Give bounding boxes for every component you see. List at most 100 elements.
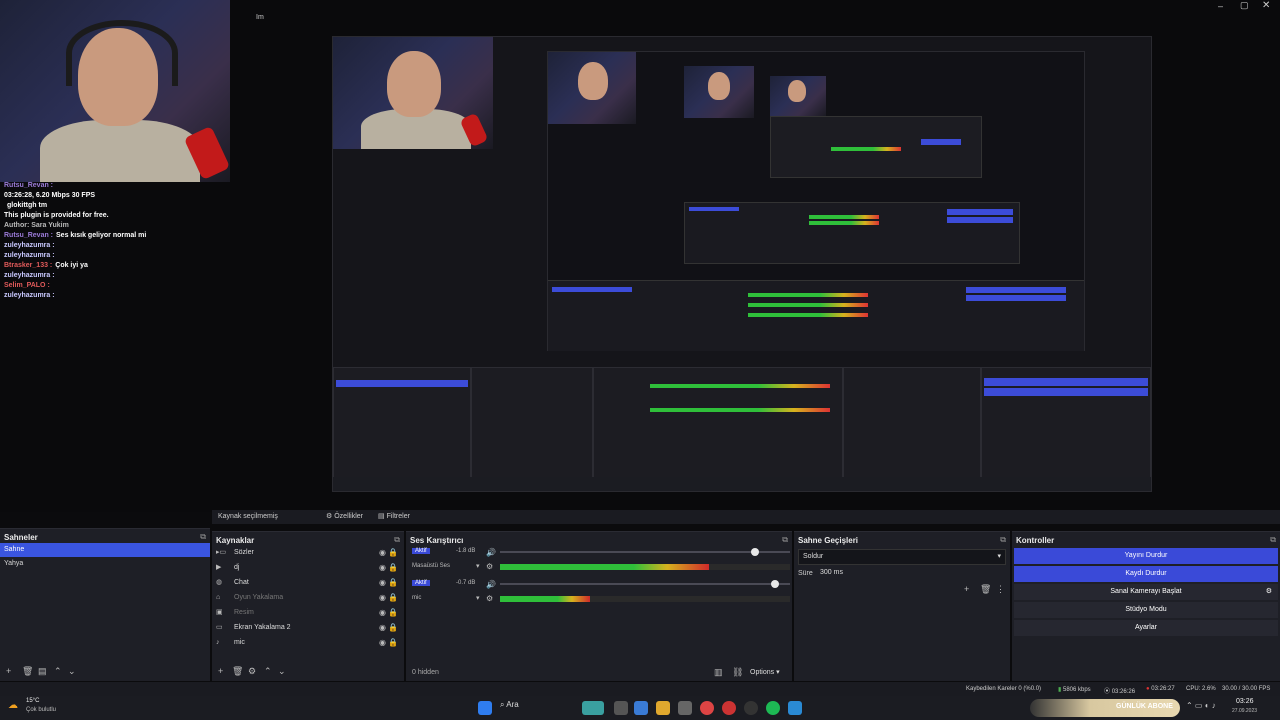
app-icon[interactable] xyxy=(634,701,648,715)
lock-icon[interactable]: 🔒 xyxy=(388,606,398,620)
store-icon[interactable] xyxy=(678,701,692,715)
volume-slider[interactable] xyxy=(500,580,790,588)
audio-mixer-dock: Ses Karıştırıcı ⧉ Aktif -1.8 dB Masaüstü S… xyxy=(406,531,792,681)
chat-text: Ses kısık geliyor normal mi xyxy=(56,232,147,239)
dock-float-icon[interactable]: ⧉ xyxy=(1000,535,1006,545)
mixer-channel: Aktif -1.8 dB Masaüstü Ses ▾ 🔊 ⚙ xyxy=(410,546,790,578)
add-scene-icon[interactable]: + xyxy=(6,666,11,676)
source-item[interactable]: ▶ dj ◉ 🔒 xyxy=(216,561,400,575)
dock-float-icon[interactable]: ⧉ xyxy=(1270,535,1276,545)
telegram-icon[interactable] xyxy=(788,701,802,715)
properties-button[interactable]: ⚙ Özellikler xyxy=(326,512,363,520)
maximize-icon[interactable]: ▢ xyxy=(1240,0,1249,11)
studio-mode-button[interactable]: Stüdyo Modu xyxy=(1014,602,1278,618)
move-up-icon[interactable]: ⌃ xyxy=(54,666,62,677)
move-up-icon[interactable]: ⌃ xyxy=(264,666,272,677)
chat-user: zuleyhazumra : xyxy=(4,292,55,299)
lock-icon[interactable]: 🔒 xyxy=(388,561,398,575)
scene-item-yahya[interactable]: Yahya xyxy=(0,557,210,571)
stop-stream-button[interactable]: Yayını Durdur xyxy=(1014,548,1278,564)
source-item[interactable]: ▸▭ Sözler ◉ 🔒 xyxy=(216,546,400,560)
settings-button[interactable]: Ayarlar xyxy=(1014,620,1278,636)
remove-scene-icon[interactable]: 🗑 xyxy=(22,666,33,677)
lock-icon[interactable]: 🔒 xyxy=(388,621,398,635)
add-transition-icon[interactable]: + xyxy=(964,584,969,594)
volume-knob[interactable] xyxy=(771,580,779,588)
duration-field[interactable]: 300 ms xyxy=(816,566,1004,580)
mixer-channel: Aktif -0.7 dB mic ▾ 🔊 ⚙ xyxy=(410,578,790,610)
source-item[interactable]: ▣ Resim ◉ 🔒 xyxy=(216,606,400,620)
spotify-icon[interactable] xyxy=(766,701,780,715)
windows-start-icon[interactable] xyxy=(478,701,492,715)
stop-recording-button[interactable]: Kaydı Durdur xyxy=(1014,566,1278,582)
more-options-icon[interactable]: ⋮ xyxy=(996,584,1005,595)
visibility-eye-icon[interactable]: ◉ xyxy=(379,621,386,635)
move-down-icon[interactable]: ⌄ xyxy=(68,666,76,677)
browser-icon[interactable] xyxy=(722,701,736,715)
obs-icon[interactable] xyxy=(744,701,758,715)
source-label: Ekran Yakalama 2 xyxy=(234,624,291,631)
cpu-usage: CPU: 2.6% xyxy=(1186,686,1216,692)
chevron-down-icon[interactable]: ▾ xyxy=(476,594,480,602)
lock-icon[interactable]: 🔒 xyxy=(388,576,398,590)
move-down-icon[interactable]: ⌄ xyxy=(278,666,286,677)
chat-line: 03:26:28, 6.20 Mbps 30 FPS xyxy=(4,192,98,199)
visibility-eye-icon[interactable]: ◉ xyxy=(379,606,386,620)
dock-float-icon[interactable]: ⧉ xyxy=(782,535,788,545)
sources-dock: Kaynaklar ⧉ ▸▭ Sözler ◉ 🔒 ▶ dj ◉ 🔒 ◍ Chat ◉ 🔒 ⌂ Oyun … xyxy=(212,531,404,681)
mixer-layout-icon[interactable]: ▥ xyxy=(714,667,723,678)
file-explorer-icon[interactable] xyxy=(656,701,670,715)
visibility-eye-icon[interactable]: ◉ xyxy=(379,636,386,650)
visibility-eye-icon[interactable]: ◉ xyxy=(379,561,386,575)
volume-knob[interactable] xyxy=(751,548,759,556)
lock-icon[interactable]: 🔒 xyxy=(388,636,398,650)
chevron-down-icon[interactable]: ▾ xyxy=(476,562,480,570)
taskbar-search[interactable]: ⌕ Ara xyxy=(500,700,519,710)
scene-item-sahne[interactable]: Sahne xyxy=(0,543,210,557)
speaker-icon[interactable]: 🔊 xyxy=(486,548,496,557)
source-label: dj xyxy=(234,564,240,571)
weather-icon[interactable]: ☁ xyxy=(8,700,18,711)
source-item[interactable]: ▭ Ekran Yakalama 2 ◉ 🔒 xyxy=(216,621,400,635)
scene-label: Sahne xyxy=(4,546,25,553)
lock-icon[interactable]: 🔒 xyxy=(388,546,398,560)
widget-icon[interactable] xyxy=(582,701,604,715)
source-item[interactable]: ◍ Chat ◉ 🔒 xyxy=(216,576,400,590)
gear-icon[interactable]: ⚙ xyxy=(1266,584,1272,600)
microphone-icon: ♪ xyxy=(216,639,220,646)
chrome-icon[interactable] xyxy=(700,701,714,715)
lock-icon[interactable]: 🔒 xyxy=(388,591,398,605)
transition-select[interactable]: Soldur ▾ xyxy=(798,549,1006,565)
weather-text: Çok bulutlu xyxy=(26,707,57,713)
visibility-eye-icon[interactable]: ◉ xyxy=(379,576,386,590)
audio-settings-icon[interactable]: ⚙ xyxy=(486,594,493,603)
task-view-icon[interactable] xyxy=(614,701,628,715)
source-settings-icon[interactable]: ⚙ xyxy=(248,666,256,677)
speaker-icon[interactable]: 🔊 xyxy=(486,580,496,589)
channel-name: mic xyxy=(412,595,422,601)
close-icon[interactable]: ✕ xyxy=(1262,0,1270,11)
dock-float-icon[interactable]: ⧉ xyxy=(394,535,400,545)
remove-source-icon[interactable]: 🗑 xyxy=(232,666,243,677)
add-source-icon[interactable]: + xyxy=(218,666,223,676)
scene-filters-icon[interactable]: ▤ xyxy=(38,666,47,677)
visibility-eye-icon[interactable]: ◉ xyxy=(379,546,386,560)
mixer-link-icon[interactable]: ⛓ xyxy=(732,667,743,678)
remove-transition-icon[interactable]: 🗑 xyxy=(980,584,991,595)
dock-float-icon[interactable]: ⧉ xyxy=(200,532,206,542)
chat-line: Rutsu_Revan : Ses kısık geliyor normal mi xyxy=(4,232,146,239)
volume-slider[interactable] xyxy=(500,548,790,556)
source-item[interactable]: ⌂ Oyun Yakalama ◉ 🔒 xyxy=(216,591,400,605)
start-virtual-camera-button[interactable]: Sanal Kamerayı Başlat ⚙ xyxy=(1014,584,1278,600)
record-icon: ● xyxy=(1146,686,1150,692)
audio-settings-icon[interactable]: ⚙ xyxy=(486,562,493,571)
visibility-eye-icon[interactable]: ◉ xyxy=(379,591,386,605)
display-icon: ▭ xyxy=(216,624,223,631)
filters-button[interactable]: ▤ Filtreler xyxy=(378,512,410,520)
chat-user: Rutsu_Revan : xyxy=(4,182,54,189)
minimize-icon[interactable]: – xyxy=(1218,1,1223,11)
tray-icons[interactable]: ⌃ ▭ ◐ ♪ xyxy=(1186,701,1216,710)
fps-display: 30.00 / 30.00 FPS xyxy=(1222,686,1271,692)
source-item[interactable]: ♪ mic ◉ 🔒 xyxy=(216,636,400,650)
mixer-options-button[interactable]: Options ▾ xyxy=(750,668,780,676)
